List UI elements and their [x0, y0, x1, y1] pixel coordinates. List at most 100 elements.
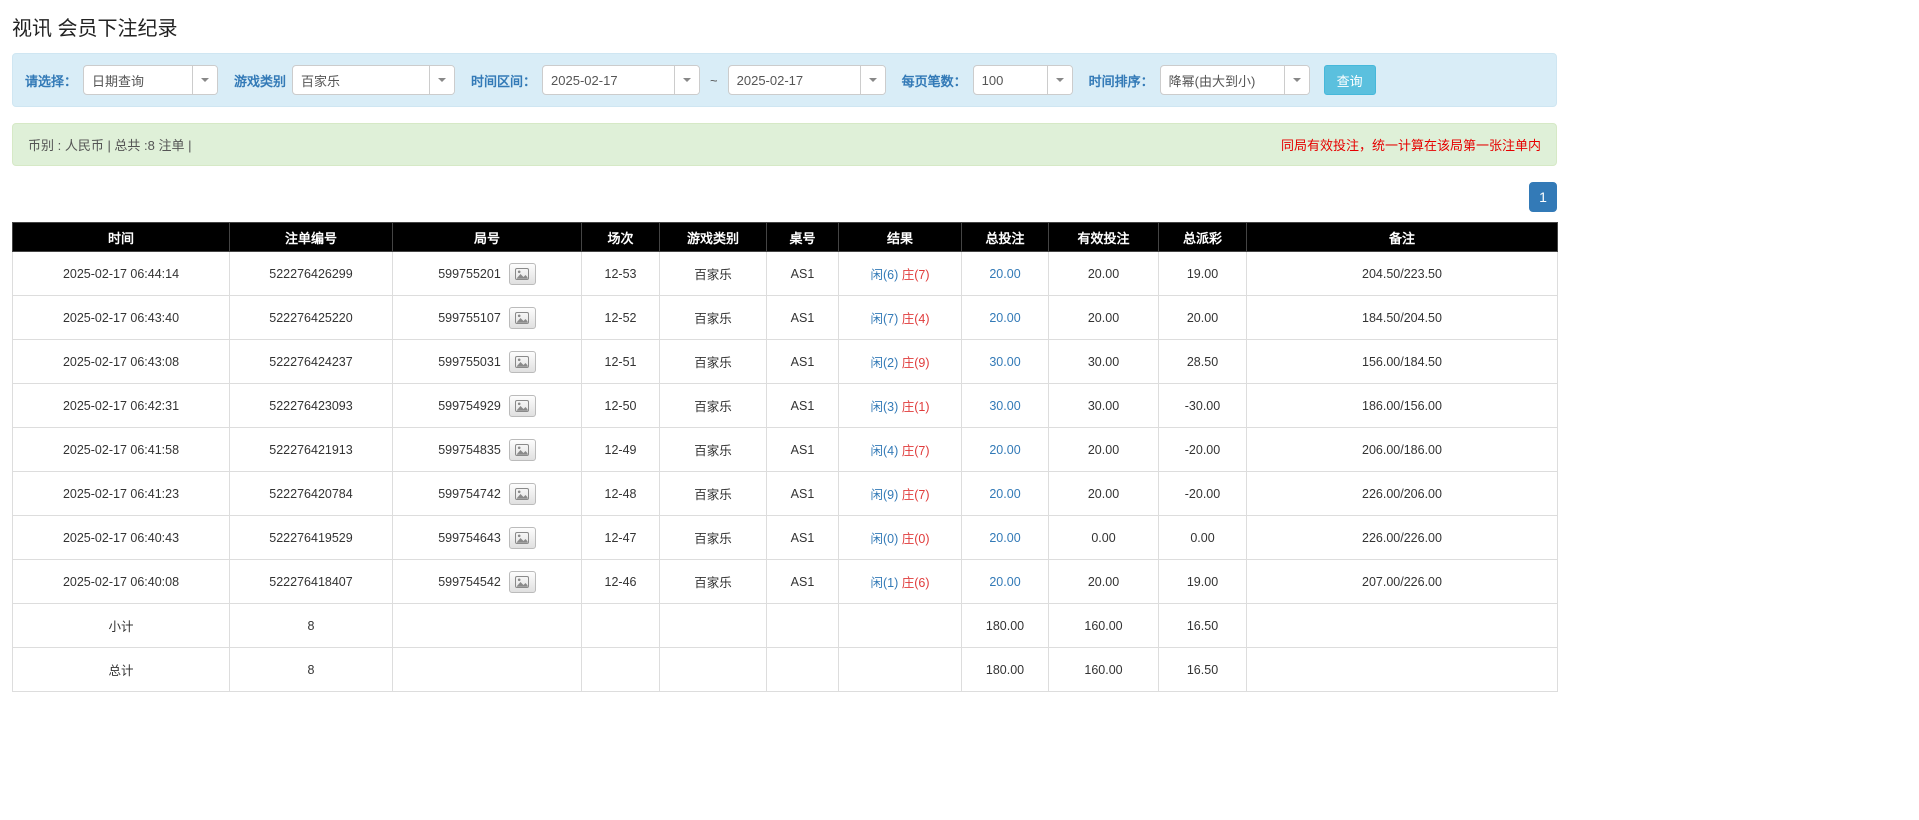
subtotal-empty-cell: [392, 603, 582, 648]
chevron-down-icon[interactable]: [674, 66, 700, 94]
table-footer: 小计 8 180.00 160.00 16.50 总计 8 180.00 160…: [12, 603, 1558, 692]
date-to-dropdown[interactable]: 2025-02-17: [727, 65, 886, 95]
cell-remark: 226.00/206.00: [1246, 471, 1558, 516]
query-type-dropdown[interactable]: 日期查询: [83, 65, 219, 95]
video-replay-icon[interactable]: [508, 482, 536, 505]
cell-round-id: 599755201: [392, 251, 582, 296]
video-replay-icon[interactable]: [508, 394, 536, 417]
search-button[interactable]: 查询: [1323, 65, 1376, 95]
cell-bet-id: 522276423093: [229, 383, 393, 428]
cell-bet-id: 522276418407: [229, 559, 393, 604]
table-row: 2025-02-17 06:41:23 522276420784 599754742…: [12, 471, 1558, 516]
cell-table-no: AS1: [766, 251, 839, 296]
cell-payout: 19.00: [1158, 251, 1247, 296]
cell-table-no: AS1: [766, 471, 839, 516]
cell-round-id: 599754929: [392, 383, 582, 428]
result-banker: 庄(4): [901, 312, 930, 326]
total-row: 总计 8 180.00 160.00 16.50: [12, 647, 1558, 692]
cell-round-id: 599754542: [392, 559, 582, 604]
query-type-label: 请选择：: [25, 73, 78, 89]
cell-remark: 226.00/226.00: [1246, 515, 1558, 560]
total-bet-link[interactable]: 20.00: [989, 575, 1020, 589]
total-empty-cell: [392, 647, 582, 692]
cell-game-type: 百家乐: [659, 515, 767, 560]
video-replay-icon[interactable]: [508, 526, 536, 549]
page: 视讯 会员下注纪录 请选择： 日期查询 游戏类别 百家乐 时间区间： 2025-…: [0, 0, 1560, 712]
total-bet-link[interactable]: 20.00: [989, 311, 1020, 325]
subtotal-empty-cell: [1246, 603, 1558, 648]
result-banker: 庄(9): [901, 356, 930, 370]
page-title: 视讯 会员下注纪录: [12, 18, 178, 40]
range-separator: ~: [710, 72, 718, 88]
cell-time: 2025-02-17 06:43:40: [12, 295, 230, 340]
page-1-button[interactable]: 1: [1529, 182, 1557, 212]
cell-payout: -30.00: [1158, 383, 1247, 428]
cell-payout: 19.00: [1158, 559, 1247, 604]
video-replay-icon[interactable]: [508, 570, 536, 593]
cell-round-id: 599754835: [392, 427, 582, 472]
cell-session: 12-51: [581, 339, 660, 384]
cell-valid-bet: 20.00: [1048, 559, 1159, 604]
sort-dropdown[interactable]: 降幂(由大到小): [1159, 65, 1310, 95]
table-row: 2025-02-17 06:44:14 522276426299 599755201…: [12, 251, 1558, 296]
header-round-id: 局号: [392, 222, 582, 252]
cell-round-id: 599754643: [392, 515, 582, 560]
cell-bet-id: 522276420784: [229, 471, 393, 516]
total-bet-link[interactable]: 20.00: [989, 443, 1020, 457]
total-empty-cell: [838, 647, 962, 692]
header-time: 时间: [12, 222, 230, 252]
table-row: 2025-02-17 06:40:08 522276418407 599754542…: [12, 559, 1558, 604]
chevron-down-icon[interactable]: [1283, 66, 1309, 94]
cell-table-no: AS1: [766, 515, 839, 560]
video-replay-icon[interactable]: [508, 306, 536, 329]
cell-valid-bet: 20.00: [1048, 251, 1159, 296]
cell-result: 闲(6) 庄(7): [838, 251, 962, 296]
subtotal-empty-cell: [838, 603, 962, 648]
cell-payout: -20.00: [1158, 427, 1247, 472]
chevron-down-icon[interactable]: [429, 66, 455, 94]
subtotal-empty-cell: [581, 603, 660, 648]
result-banker: 庄(7): [901, 268, 930, 282]
cell-table-no: AS1: [766, 559, 839, 604]
cell-game-type: 百家乐: [659, 339, 767, 384]
total-bet-link[interactable]: 20.00: [989, 531, 1020, 545]
chevron-down-icon[interactable]: [192, 66, 218, 94]
subtotal-row: 小计 8 180.00 160.00 16.50: [12, 603, 1558, 648]
result-player: 闲(7): [870, 312, 899, 326]
subtotal-payout: 16.50: [1158, 603, 1247, 648]
cell-bet-id: 522276421913: [229, 427, 393, 472]
total-bet-link[interactable]: 20.00: [989, 267, 1020, 281]
page-size-dropdown[interactable]: 100: [972, 65, 1073, 95]
cell-payout: -20.00: [1158, 471, 1247, 516]
chevron-down-icon[interactable]: [1046, 66, 1072, 94]
cell-time: 2025-02-17 06:40:43: [12, 515, 230, 560]
cell-session: 12-52: [581, 295, 660, 340]
video-replay-icon[interactable]: [508, 438, 536, 461]
cell-round-id: 599755031: [392, 339, 582, 384]
cell-round-id: 599754742: [392, 471, 582, 516]
round-id-text: 599755201: [438, 266, 501, 281]
cell-result: 闲(2) 庄(9): [838, 339, 962, 384]
game-type-dropdown[interactable]: 百家乐: [292, 65, 456, 95]
round-id-text: 599755107: [438, 310, 501, 325]
video-replay-icon[interactable]: [508, 262, 536, 285]
table-body: 2025-02-17 06:44:14 522276426299 599755201…: [12, 251, 1558, 604]
records-table: 时间 注单编号 局号 场次 游戏类别 桌号 结果 总投注 有效投注 总派彩 备注…: [12, 222, 1558, 692]
cell-result: 闲(4) 庄(7): [838, 427, 962, 472]
cell-session: 12-48: [581, 471, 660, 516]
summary-notice: 同局有效投注，统一计算在该局第一张注单内: [1280, 138, 1541, 153]
date-from-dropdown[interactable]: 2025-02-17: [542, 65, 701, 95]
total-bet-link[interactable]: 30.00: [989, 355, 1020, 369]
subtotal-label: 小计: [12, 603, 230, 648]
sort-label: 时间排序：: [1088, 73, 1154, 89]
subtotal-total-bet: 180.00: [961, 603, 1049, 648]
cell-session: 12-46: [581, 559, 660, 604]
video-replay-icon[interactable]: [508, 350, 536, 373]
total-bet-link[interactable]: 20.00: [989, 487, 1020, 501]
cell-time: 2025-02-17 06:40:08: [12, 559, 230, 604]
total-bet-link[interactable]: 30.00: [989, 399, 1020, 413]
total-empty-cell: [659, 647, 767, 692]
chevron-down-icon[interactable]: [859, 66, 885, 94]
table-row: 2025-02-17 06:40:43 522276419529 599754643…: [12, 515, 1558, 560]
pagination: 1: [12, 182, 1557, 212]
